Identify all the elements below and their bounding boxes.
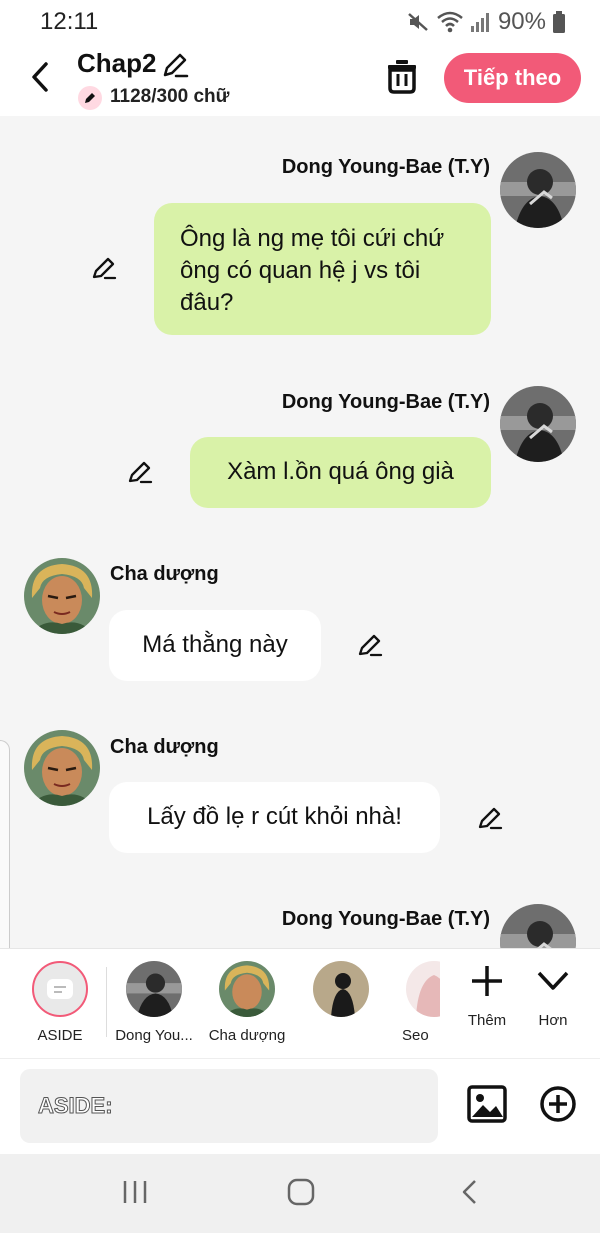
add-label: Thêm bbox=[467, 1012, 507, 1029]
divider bbox=[106, 967, 107, 1037]
avatar bbox=[126, 961, 182, 1017]
add-character-button[interactable]: Thêm bbox=[452, 963, 522, 1029]
plus-circle-icon[interactable] bbox=[540, 1086, 576, 1122]
battery-percent: 90% bbox=[497, 8, 546, 35]
character-bar: ASIDE Dong You... Cha dượng Seo Thêm Hơn bbox=[0, 948, 600, 1058]
home-icon[interactable] bbox=[286, 1178, 316, 1211]
sender-name: Dong Young-Bae (T.Y) bbox=[281, 156, 490, 178]
recent-apps-icon[interactable] bbox=[120, 1178, 150, 1211]
image-icon[interactable] bbox=[467, 1085, 507, 1123]
editor-header: Chap2 1128/300 chữ Tiếp theo bbox=[0, 44, 600, 116]
sender-name: Cha dượng bbox=[110, 563, 219, 585]
sender-name: Cha dượng bbox=[110, 736, 219, 758]
character-cha-duong[interactable]: Cha dượng bbox=[202, 961, 292, 1044]
character-label: Seo bbox=[402, 1027, 429, 1044]
avatar[interactable] bbox=[500, 386, 576, 462]
avatar bbox=[313, 961, 369, 1017]
message-bubble[interactable]: Má thằng này bbox=[109, 610, 321, 681]
avatar[interactable] bbox=[24, 730, 100, 806]
pencil-icon[interactable] bbox=[356, 631, 384, 659]
scroll-handle[interactable] bbox=[0, 740, 10, 970]
status-time: 12:11 bbox=[40, 8, 99, 35]
chevron-down-icon bbox=[535, 971, 571, 1003]
character-aside[interactable]: ASIDE bbox=[15, 961, 105, 1044]
character-silhouette[interactable] bbox=[296, 961, 386, 1027]
pencil-icon bbox=[78, 86, 102, 110]
chapter-title[interactable]: Chap2 bbox=[77, 48, 156, 79]
message-input[interactable]: ASIDE: bbox=[20, 1069, 438, 1143]
wifi-icon bbox=[436, 10, 464, 34]
avatar[interactable] bbox=[24, 558, 100, 634]
more-label: Hơn bbox=[538, 1012, 568, 1029]
mute-icon bbox=[406, 10, 430, 34]
more-button[interactable]: Hơn bbox=[518, 963, 588, 1029]
pencil-icon[interactable] bbox=[160, 50, 190, 80]
status-bar: 12:11 90% bbox=[0, 0, 600, 44]
message-bubble[interactable]: Lấy đồ lẹ r cút khỏi nhà! bbox=[109, 782, 440, 853]
message-bubble[interactable]: Ông là ng mẹ tôi cứi chứ ông có quan hệ … bbox=[154, 203, 491, 335]
word-count: 1128/300 chữ bbox=[110, 86, 230, 107]
sender-name: Dong Young-Bae (T.Y) bbox=[281, 908, 490, 930]
battery-icon bbox=[552, 10, 566, 34]
status-icons: 90% bbox=[406, 8, 566, 36]
avatar bbox=[219, 961, 275, 1017]
nav-back-icon[interactable] bbox=[458, 1178, 482, 1211]
aside-icon bbox=[32, 961, 88, 1017]
next-button[interactable]: Tiếp theo bbox=[444, 53, 581, 103]
back-icon[interactable] bbox=[26, 60, 54, 94]
message-bubble[interactable]: Xàm l.ồn quá ông già bbox=[190, 437, 491, 508]
trash-icon[interactable] bbox=[385, 58, 419, 94]
character-label: Dong You... bbox=[115, 1027, 193, 1044]
sender-name: Dong Young-Bae (T.Y) bbox=[281, 391, 490, 413]
chat-area[interactable]: Dong Young-Bae (T.Y) Ông là ng mẹ tôi cứ… bbox=[0, 116, 600, 948]
character-label: ASIDE bbox=[37, 1027, 83, 1044]
character-dong-young-bae[interactable]: Dong You... bbox=[109, 961, 199, 1044]
avatar[interactable] bbox=[500, 152, 576, 228]
signal-icon bbox=[470, 10, 492, 34]
avatar bbox=[406, 961, 440, 1017]
avatar[interactable] bbox=[500, 904, 576, 948]
input-row: ASIDE: bbox=[0, 1058, 600, 1154]
pencil-icon[interactable] bbox=[476, 804, 504, 832]
plus-icon bbox=[469, 966, 505, 1003]
system-nav-bar bbox=[0, 1154, 600, 1233]
character-label: Cha dượng bbox=[208, 1027, 286, 1044]
character-seo[interactable]: Seo bbox=[390, 961, 440, 1044]
pencil-icon[interactable] bbox=[126, 458, 154, 486]
pencil-icon[interactable] bbox=[90, 254, 118, 282]
